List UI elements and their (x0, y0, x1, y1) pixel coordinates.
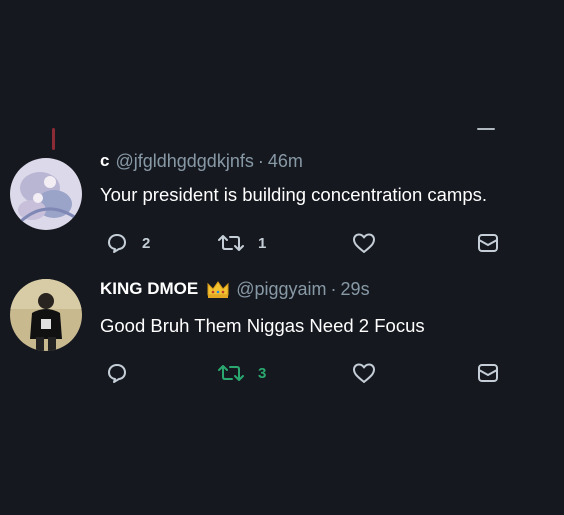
timestamp[interactable]: 46m (268, 151, 303, 172)
display-name[interactable]: c (100, 151, 109, 171)
crown-icon (206, 279, 230, 299)
timestamp[interactable]: 29s (341, 279, 370, 300)
user-handle[interactable]: @piggyaim (236, 279, 326, 300)
previous-tweet-remnant (477, 128, 495, 130)
tweet-header: c @jfgldhgdgdkjnfs · 46m (100, 150, 303, 172)
tweet-actions: 2 1 (100, 232, 520, 258)
retweet-icon (218, 232, 244, 254)
retweet-icon (218, 362, 244, 384)
thread-connector-line (52, 128, 55, 150)
retweet-count: 1 (258, 234, 267, 252)
direct-message-button[interactable] (476, 362, 500, 384)
tweet-header: KING DMOE @piggyaim · 29s (100, 278, 370, 300)
like-button[interactable] (352, 232, 376, 254)
like-button[interactable] (352, 362, 376, 384)
reply-icon (106, 362, 128, 384)
tweet-text: Good Bruh Them Niggas Need 2 Focus (100, 315, 425, 336)
separator: · (257, 150, 264, 171)
user-handle[interactable]: @jfgldhgdgdkjnfs (115, 151, 253, 172)
heart-icon (352, 362, 376, 384)
reply-button[interactable]: 2 (106, 232, 150, 254)
envelope-icon (476, 362, 500, 384)
direct-message-button[interactable] (476, 232, 500, 254)
tweet-actions: 3 (100, 362, 520, 388)
reply-count: 2 (142, 234, 151, 252)
envelope-icon (476, 232, 500, 254)
reply-button[interactable] (106, 362, 142, 384)
retweet-button[interactable]: 3 (218, 362, 266, 384)
avatar[interactable] (10, 158, 82, 230)
tweet-text: Your president is building concentration… (100, 184, 488, 205)
retweet-button[interactable]: 1 (218, 232, 266, 254)
heart-icon (352, 232, 376, 254)
retweet-count: 3 (258, 364, 267, 382)
reply-icon (106, 232, 128, 254)
separator: · (330, 278, 337, 299)
avatar[interactable] (10, 279, 82, 351)
display-name[interactable]: KING DMOE (100, 279, 198, 299)
